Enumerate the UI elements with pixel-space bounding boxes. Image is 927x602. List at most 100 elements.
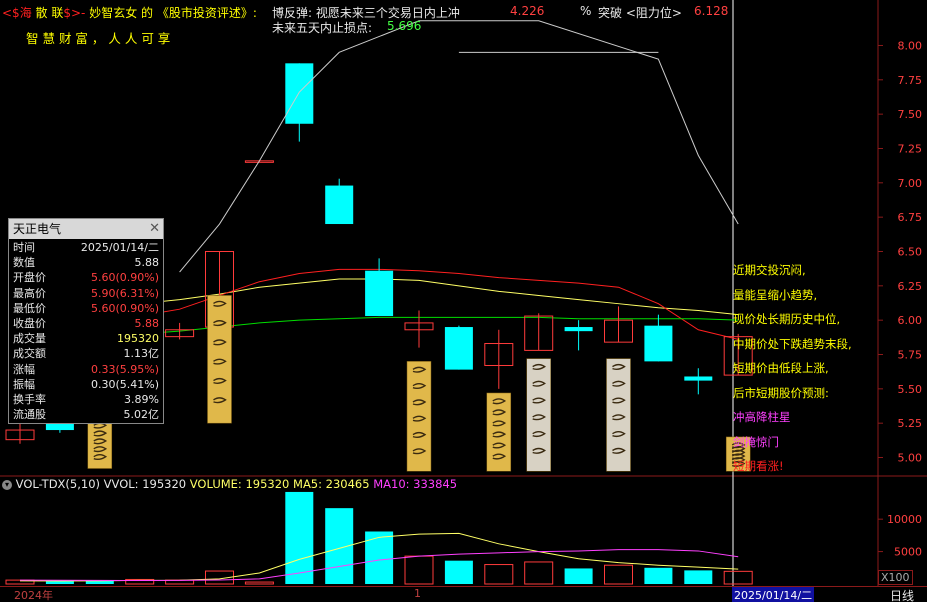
info-label: 最低价 <box>13 301 46 315</box>
commentary-line: 短期价由低段上涨, <box>733 361 829 375</box>
commentary-line: 冲高降柱星 <box>733 410 791 424</box>
info-value: 5.02亿 <box>123 408 160 422</box>
info-label: 振幅 <box>13 377 35 391</box>
commentary-line: 剑掩惊门 <box>733 434 779 449</box>
info-value: 0.33(5.95%) <box>90 362 159 376</box>
price-tick-label: 5.00 <box>898 452 923 465</box>
trend-line <box>179 20 739 273</box>
breakout-label: 突破 <阻力位> <box>598 6 682 20</box>
info-value: 5.88 <box>134 317 160 330</box>
brand-mid: 散 联 <box>35 6 64 20</box>
volume-bar-down <box>684 570 713 584</box>
info-row: 数值 5.88 <box>9 256 163 270</box>
rebound-value: 4.226 <box>510 4 545 18</box>
volume-tick-label: 5000 <box>894 546 922 559</box>
candle-body-down <box>684 376 713 381</box>
price-tick-label: 5.25 <box>898 417 923 430</box>
price-tick-label: 5.50 <box>898 383 923 396</box>
commentary-line: 短期看涨! <box>733 459 784 473</box>
info-value: 5.88 <box>134 256 160 270</box>
candle-body-down <box>644 325 673 362</box>
ma10-label: MA10: <box>373 477 410 491</box>
header-line-1: <$海 散 联$>- 妙智玄女 的 《股市投资评述》: <box>2 4 257 21</box>
percent-sign: % <box>580 4 592 18</box>
price-tick-label: 6.50 <box>898 245 923 258</box>
price-tick-label: 7.50 <box>898 108 923 121</box>
slogan: 智 慧 财 富 ， 人 人 可 享 <box>26 31 171 46</box>
price-tick-label: 6.75 <box>898 211 923 224</box>
volume-tick-label: 10000 <box>887 513 922 526</box>
info-row: 收盘价 5.88 <box>9 317 163 331</box>
volume-value: 195320 <box>245 477 290 491</box>
ma5-label: MA5: <box>293 477 322 491</box>
ticker-suffix: $>- <box>63 6 86 20</box>
info-label: 涨幅 <box>13 362 35 376</box>
decoration-layer <box>87 20 751 472</box>
info-label: 流通股 <box>13 408 46 422</box>
vvol-label: VVOL: <box>103 477 139 491</box>
info-row: 时间 2025/01/14/二 <box>9 241 163 255</box>
volume-bar-down <box>444 560 473 584</box>
volume-bar-up <box>524 561 554 585</box>
period-tab[interactable]: 日线 <box>890 587 914 602</box>
candle-body-down <box>285 63 314 124</box>
info-label: 开盘价 <box>13 271 46 285</box>
price-tick-label: 6.25 <box>898 280 923 293</box>
ma5-value: 230465 <box>325 477 370 491</box>
info-value: 5.90(6.31%) <box>90 286 159 300</box>
candle-body-down <box>325 185 354 225</box>
chevron-down-icon[interactable]: ▾ <box>2 479 12 490</box>
price-tick-label: 5.75 <box>898 349 923 362</box>
info-panel[interactable]: 天正电气 ✕ 时间 2025/01/14/二数值 5.88 开盘价 5.60(0.90%… <box>8 218 164 424</box>
volume-layer <box>5 491 753 585</box>
info-panel-header[interactable]: 天正电气 ✕ <box>9 219 163 239</box>
ma10-value: 333845 <box>413 477 458 491</box>
volume-bar-up <box>244 581 274 585</box>
commentary-line: 后市短期股价预测: <box>733 385 829 400</box>
author-name: 妙智玄女 <box>89 6 138 20</box>
candle-body-down <box>45 423 74 431</box>
info-label: 换手率 <box>13 393 46 406</box>
stoploss-value: 5.696 <box>387 19 422 33</box>
candle-body-down <box>365 270 394 317</box>
commentary-line: 现价处长期历史中位, <box>733 312 841 326</box>
volume-bar-down <box>644 567 673 584</box>
price-tick-label: 8.00 <box>898 39 923 52</box>
info-row: 最低价 5.60(0.90%) <box>9 302 163 316</box>
chart-window[interactable]: 8.00 7.75 7.50 7.25 7.00 6.75 6.50 6.25 6.00 5.75… <box>0 0 927 602</box>
info-label: 时间 <box>13 241 35 254</box>
volume-bar-up <box>604 564 633 585</box>
volume-bar-down <box>365 531 394 584</box>
info-value: 5.60(0.90%) <box>90 271 159 285</box>
indicator-name[interactable]: VOL-TDX(5,10) <box>16 477 100 491</box>
close-icon[interactable]: ✕ <box>149 219 160 239</box>
stoploss-label: 未来五天内止损点: <box>272 21 373 35</box>
info-value: 0.30(5.41%) <box>90 377 159 391</box>
info-value: 2025/01/14/二 <box>80 241 159 254</box>
info-label: 最高价 <box>13 286 46 300</box>
year-label: 2024年 <box>14 589 53 602</box>
cursor-date: 2025/01/14/二 <box>732 587 815 602</box>
price-tick-label: 6.00 <box>898 314 923 327</box>
volume-bar-down <box>45 581 74 584</box>
axis-layer: 8.00 7.75 7.50 7.25 7.00 6.75 6.50 6.25 6.00 5.75… <box>878 39 923 559</box>
info-row: 成交额 1.13亿 <box>9 347 163 361</box>
info-value: 1.13亿 <box>123 347 160 361</box>
info-label: 收盘价 <box>13 317 46 330</box>
info-label: 数值 <box>13 256 35 270</box>
breakout-value: 6.128 <box>694 4 729 18</box>
info-label: 成交额 <box>13 347 46 361</box>
volume-label: VOLUME: <box>189 477 242 491</box>
volume-bar-up <box>404 555 434 585</box>
price-tick-label: 7.25 <box>898 142 923 155</box>
info-row: 换手率 3.89% <box>9 393 163 407</box>
price-tick-label: 7.75 <box>898 74 923 87</box>
info-row: 最高价 5.90(6.31%) <box>9 287 163 301</box>
info-row: 涨幅 0.33(5.95%) <box>9 363 163 377</box>
info-value: 195320 <box>117 332 159 346</box>
info-row: 成交量 195320 <box>9 332 163 346</box>
info-row: 流通股 5.02亿 <box>9 408 163 422</box>
volume-bar-up <box>723 570 753 585</box>
info-row: 振幅 0.30(5.41%) <box>9 378 163 392</box>
volume-header: ▾ VOL-TDX(5,10) VVOL: 195320 VOLUME: 195… <box>2 477 457 491</box>
